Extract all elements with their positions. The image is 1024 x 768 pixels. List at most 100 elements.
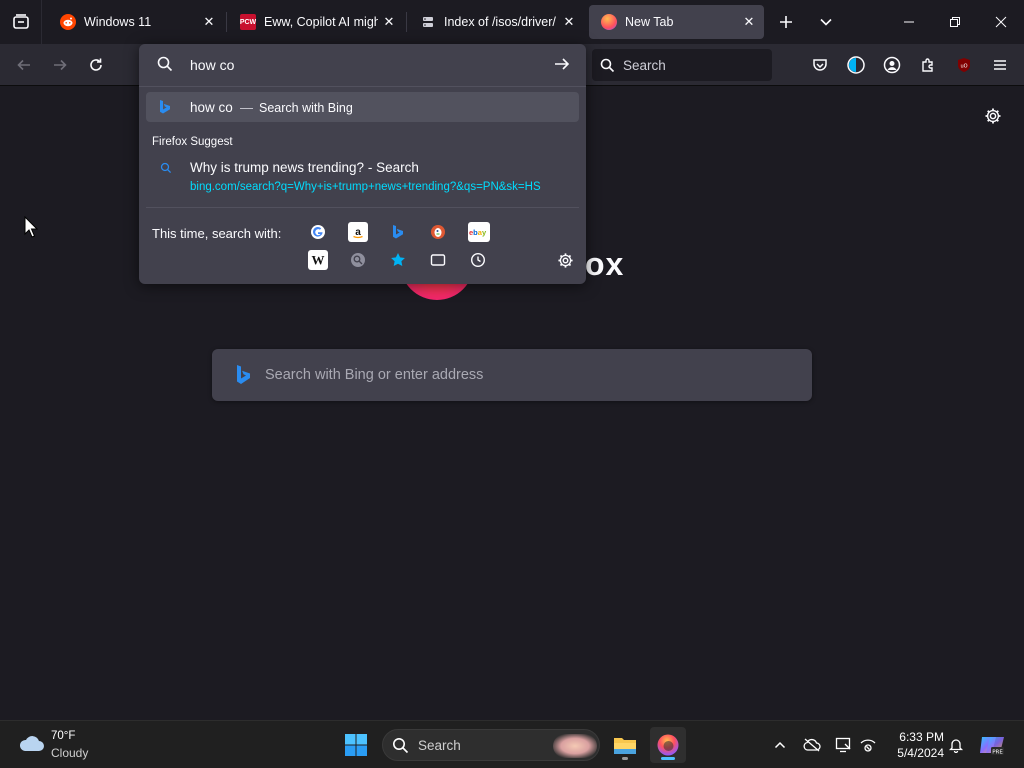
start-button[interactable] <box>344 733 368 757</box>
ebay-icon: ebay <box>469 228 487 237</box>
go-arrow-icon[interactable] <box>553 55 571 73</box>
ublock-origin-button[interactable]: uO <box>950 51 978 79</box>
firefox-taskbar-button[interactable] <box>650 727 686 763</box>
network-volume-tray-button[interactable] <box>856 733 880 757</box>
close-tab-icon[interactable]: ✕ <box>198 11 220 33</box>
minimize-icon <box>904 21 914 23</box>
cloud-icon <box>19 736 44 751</box>
gear-icon <box>985 108 1001 124</box>
search-icon <box>157 56 173 72</box>
pocket-button[interactable] <box>806 51 834 79</box>
copilot-icon: PRE <box>980 737 1004 756</box>
onedrive-tray-button[interactable] <box>800 733 824 757</box>
network-icon <box>860 739 876 752</box>
tab-bar: Windows 11 ✕ PCW Eww, Copilot AI might ✕… <box>0 0 1024 44</box>
clock-time: 6:33 PM <box>899 730 944 744</box>
tabs-icon <box>430 254 446 266</box>
chevron-up-icon <box>774 741 786 749</box>
extensions-button[interactable] <box>914 51 942 79</box>
oneoff-search-label: This time, search with: <box>152 226 282 241</box>
weather-widget[interactable]: 70°F Cloudy <box>18 729 128 761</box>
tab-copilot-article[interactable]: PCW Eww, Copilot AI might ✕ <box>228 5 404 39</box>
ublock-icon: uO <box>958 58 970 72</box>
reload-icon <box>90 58 102 71</box>
close-tab-icon[interactable]: ✕ <box>558 11 580 33</box>
copilot-button[interactable]: PRE <box>978 733 1006 757</box>
urlbar-input-row[interactable]: how co <box>139 44 586 86</box>
app-menu-button[interactable] <box>986 51 1014 79</box>
svg-text:PRE: PRE <box>992 750 1003 756</box>
taskbar-search-box[interactable]: Search <box>382 729 600 761</box>
display-tray-button[interactable] <box>832 733 856 757</box>
notifications-button[interactable] <box>944 733 968 757</box>
wikipedia-icon: W <box>312 253 325 268</box>
tab-windows-11[interactable]: Windows 11 ✕ <box>48 5 224 39</box>
close-window-button[interactable] <box>978 0 1024 44</box>
restore-button[interactable] <box>932 0 978 44</box>
tab-title: Index of /isos/driver/ <box>444 15 556 29</box>
bing-icon <box>237 365 250 384</box>
duckduckgo-engine-button[interactable] <box>428 222 448 242</box>
weather-temperature: 70°F <box>51 730 76 742</box>
firefox-icon <box>601 14 617 30</box>
newtab-search-box[interactable]: Search with Bing or enter address <box>212 349 812 401</box>
toolbar-search-box[interactable]: Search <box>592 49 772 81</box>
search-settings-button[interactable] <box>555 250 575 270</box>
close-tab-icon[interactable]: ✕ <box>738 11 760 33</box>
bing-icon <box>393 225 403 239</box>
reload-button[interactable] <box>82 51 110 79</box>
weather-condition: Cloudy <box>51 746 89 760</box>
reddit-icon <box>60 14 76 30</box>
forward-button[interactable] <box>46 51 74 79</box>
svg-text:a: a <box>355 227 361 238</box>
newtab-search-placeholder: Search with Bing or enter address <box>265 367 484 383</box>
tab-title: Windows 11 <box>84 15 152 29</box>
suggestion-result[interactable]: Why is trump news trending? - Search bin… <box>146 154 579 198</box>
duckduckgo-icon <box>431 225 445 239</box>
cloud-offline-icon <box>803 738 821 752</box>
tab-index-isos[interactable]: Index of /isos/driver/ ✕ <box>408 5 584 39</box>
running-indicator <box>622 757 628 760</box>
search-engine-icon <box>351 253 365 267</box>
account-button[interactable] <box>878 51 906 79</box>
tab-new-tab[interactable]: New Tab ✕ <box>589 5 764 39</box>
search-icon <box>160 162 172 174</box>
history-icon <box>470 252 486 268</box>
tab-overview-button[interactable] <box>0 0 42 44</box>
bookmarks-icon <box>391 253 405 266</box>
minimize-button[interactable] <box>886 0 932 44</box>
svg-text:ebay: ebay <box>469 228 487 237</box>
windows-taskbar: 70°F Cloudy Search 6:33 PM 5/4/2024 PRE <box>0 720 1024 768</box>
vpn-button[interactable] <box>842 51 870 79</box>
monitor-icon <box>835 737 851 753</box>
hamburger-menu-icon <box>994 60 1006 70</box>
svg-text:uO: uO <box>960 64 967 70</box>
amazon-engine-button[interactable]: a <box>348 222 368 242</box>
newtab-settings-button[interactable] <box>982 105 1004 127</box>
google-engine-button[interactable] <box>308 222 328 242</box>
urlbar-input[interactable]: how co <box>190 57 234 73</box>
list-all-tabs-button[interactable] <box>812 8 840 36</box>
wikipedia-engine-button[interactable]: W <box>308 250 328 270</box>
search-with-bing-result[interactable]: how co — Search with Bing <box>146 92 579 122</box>
tabs-search-button[interactable] <box>428 250 448 270</box>
firefox-icon <box>657 734 679 756</box>
folder-icon <box>614 738 636 754</box>
history-search-button[interactable] <box>468 250 488 270</box>
bing-icon <box>160 100 170 114</box>
bing-engine-button[interactable] <box>388 222 408 242</box>
new-tab-button[interactable] <box>772 8 800 36</box>
bookmarks-search-button[interactable] <box>388 250 408 270</box>
back-button[interactable] <box>10 51 38 79</box>
chevron-down-icon <box>820 18 832 26</box>
forward-arrow-icon <box>54 59 67 71</box>
custom-engine-button[interactable] <box>348 250 368 270</box>
taskbar-clock[interactable]: 6:33 PM 5/4/2024 <box>886 729 944 761</box>
ebay-engine-button[interactable]: ebay <box>468 222 490 242</box>
file-explorer-taskbar-button[interactable] <box>607 727 643 763</box>
show-hidden-icons-button[interactable] <box>768 733 792 757</box>
windows-logo-icon <box>345 734 367 756</box>
close-tab-icon[interactable]: ✕ <box>378 11 400 33</box>
server-icon <box>420 14 436 30</box>
urlbar-dropdown: how co how co — Search with Bing Firefox… <box>139 44 586 284</box>
